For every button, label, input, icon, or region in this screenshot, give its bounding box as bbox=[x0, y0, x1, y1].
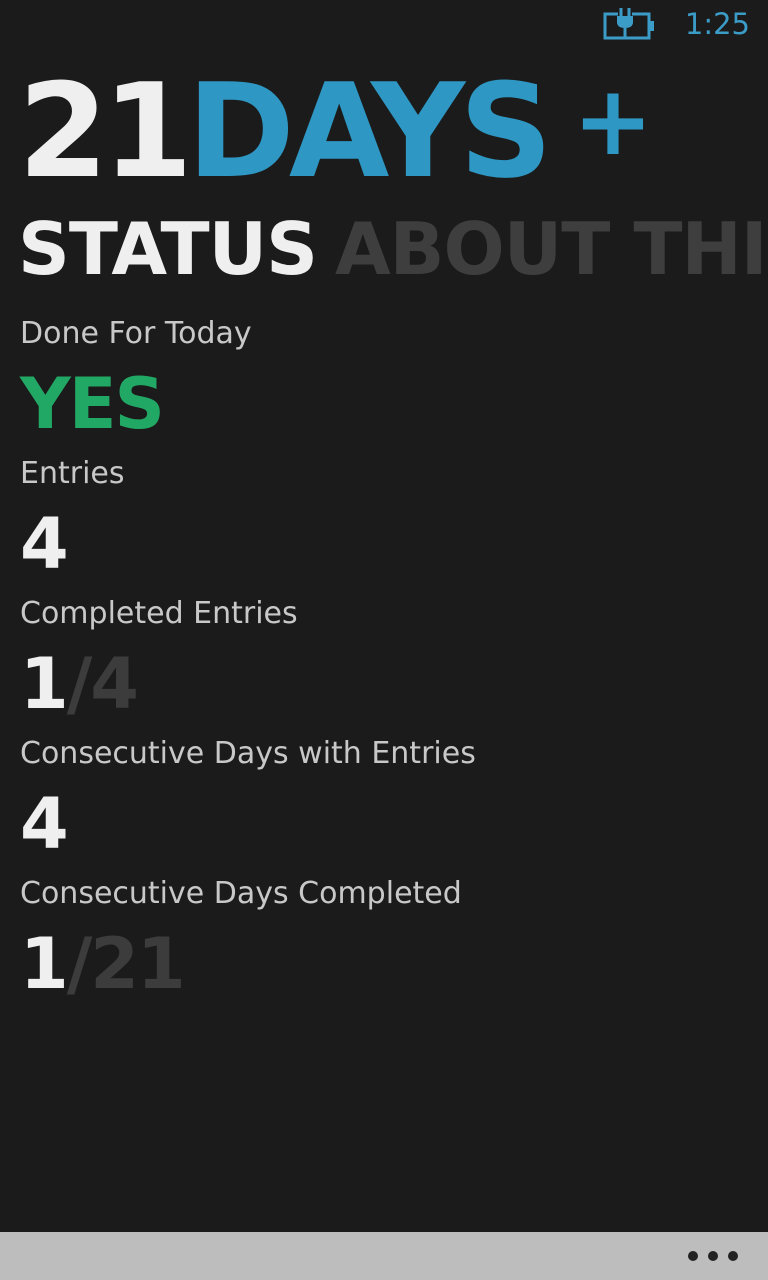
app-title-plus: + bbox=[572, 65, 654, 177]
consecutive-days-completed-label: Consecutive Days Completed bbox=[20, 876, 462, 911]
ellipsis-icon-dot bbox=[728, 1251, 738, 1261]
app-screen: 1:25 21DAYS + STATUS ABOUT THI Done For To… bbox=[0, 0, 768, 1280]
pivot-header: STATUS ABOUT THI bbox=[18, 207, 768, 291]
clock: 1:25 bbox=[684, 7, 750, 41]
entries-value: 4 bbox=[20, 503, 69, 585]
app-title-number: 21 bbox=[18, 55, 193, 207]
system-status-bar: 1:25 bbox=[0, 0, 768, 50]
battery-charging-icon bbox=[603, 8, 654, 40]
app-title: 21DAYS + bbox=[18, 65, 654, 196]
consecutive-days-completed-total: /21 bbox=[66, 923, 186, 1005]
consecutive-days-completed-count: 1 bbox=[20, 923, 69, 1005]
entries-label: Entries bbox=[20, 456, 125, 491]
status-panel: Done For Today YES Entries 4 Completed E… bbox=[20, 313, 750, 1013]
ellipsis-icon-dot bbox=[708, 1251, 718, 1261]
completed-entries-count: 1 bbox=[20, 643, 69, 725]
consecutive-days-completed-value: 1/21 bbox=[20, 915, 750, 1013]
app-title-word: DAYS bbox=[186, 55, 553, 207]
done-today-value: YES bbox=[20, 363, 165, 445]
tab-about[interactable]: ABOUT THI bbox=[335, 207, 768, 291]
completed-entries-label: Completed Entries bbox=[20, 596, 298, 631]
consecutive-days-entries-label: Consecutive Days with Entries bbox=[20, 736, 476, 771]
consecutive-days-entries-value: 4 bbox=[20, 783, 69, 865]
more-options-button[interactable] bbox=[688, 1232, 738, 1280]
app-bar bbox=[0, 1232, 768, 1280]
done-today-label: Done For Today bbox=[20, 316, 252, 351]
tab-status[interactable]: STATUS bbox=[18, 207, 318, 291]
completed-entries-total: /4 bbox=[66, 643, 139, 725]
ellipsis-icon bbox=[688, 1251, 698, 1261]
completed-entries-value: 1/4 bbox=[20, 635, 750, 733]
